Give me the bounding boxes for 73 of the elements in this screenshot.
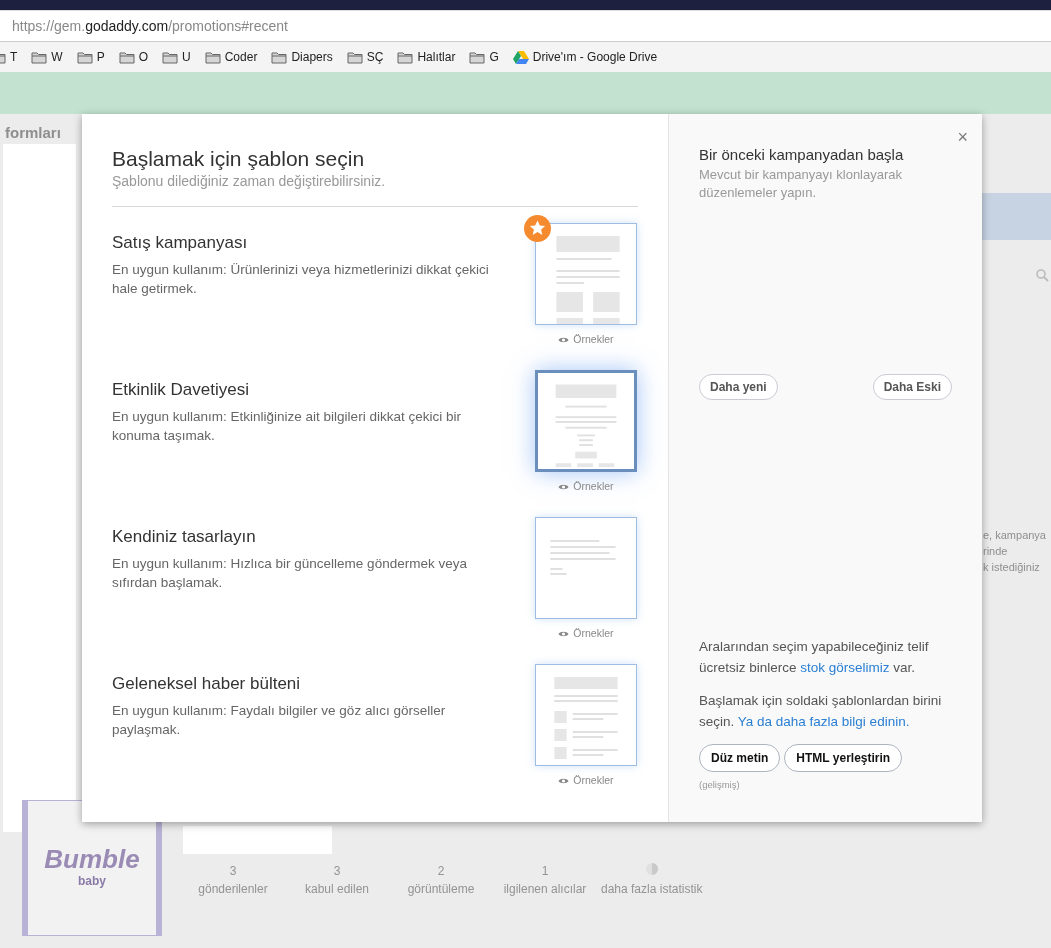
side-subtitle: Mevcut bir kampanyayı klonlayarak düzenlemeler yapın. <box>699 166 904 202</box>
folder-icon <box>162 50 179 64</box>
folder-icon <box>397 50 414 64</box>
text-link[interactable]: stok görselimiz <box>800 659 890 675</box>
stat-label: daha fazla istatistik <box>601 881 703 898</box>
logo-text: Bumble <box>44 846 140 872</box>
template-thumbnail[interactable] <box>535 370 637 473</box>
bookmark[interactable]: O <box>116 48 151 66</box>
examples-link[interactable]: Örnekler <box>558 479 614 495</box>
modal-title: Başlamak için şablon seçin <box>112 146 366 172</box>
banner <box>982 193 1051 240</box>
folder-icon <box>346 50 363 64</box>
drive-icon <box>512 50 529 64</box>
bookmark[interactable]: U <box>160 48 193 66</box>
stat-label: görüntüleme <box>406 881 476 898</box>
bookmark[interactable]: Halıtlar <box>395 48 458 66</box>
folder-icon <box>204 50 221 64</box>
paragraph: Aralarından seçim yapabileceğiniz telif ücretsiz binlerce stok görselimiz var. <box>699 637 930 677</box>
folder-icon <box>118 50 135 64</box>
logo-subtext: baby <box>78 873 106 890</box>
background-text: rinde <box>983 544 1008 559</box>
bookmark[interactable]: Diapers <box>269 48 335 66</box>
section-title: formları <box>5 124 61 142</box>
examples-link[interactable]: Örnekler <box>558 626 614 642</box>
template-thumbnail[interactable] <box>535 223 637 326</box>
template-description: En uygun kullanım: Faydalı bilgiler ve göz alıcı görseller paylaşmak. <box>112 701 447 739</box>
stat-label: kabul edilen <box>303 881 371 898</box>
stat-label: gönderilenler <box>197 881 269 898</box>
folder-icon <box>469 50 486 64</box>
bookmark[interactable]: G <box>467 48 501 66</box>
template-description: En uygun kullanım: Etkinliğinize ait bilgileri dikkat çekici bir konuma taşımak. <box>112 407 462 445</box>
eye-icon <box>558 777 570 786</box>
stat-value: 3 <box>228 863 238 880</box>
template-thumbnail[interactable] <box>535 664 637 767</box>
template-title: Geleneksel haber bülteni <box>112 674 302 695</box>
eye-icon <box>558 336 570 345</box>
text-link[interactable]: Ya da daha fazla bilgi edinin. <box>737 713 910 729</box>
template-title: Etkinlik Davetiyesi <box>112 380 250 401</box>
folder-icon <box>271 50 288 64</box>
bookmark[interactable]: Coder <box>202 48 260 66</box>
bookmark[interactable]: P <box>74 48 107 66</box>
search-icon <box>1036 269 1049 282</box>
stat-label: ilgilenen alıcılar <box>502 881 588 898</box>
close-button[interactable]: × <box>957 128 968 146</box>
modal-subtitle: Şablonu dilediğiniz zaman değiştirebilirsiniz. <box>112 172 387 192</box>
bookmark[interactable]: T <box>0 48 20 66</box>
option-button[interactable]: HTML yerleştirin <box>784 743 903 772</box>
template-title: Satış kampanyası <box>112 233 249 254</box>
examples-link[interactable]: Örnekler <box>558 332 614 348</box>
side-title: Bir önceki kampanyadan başla <box>699 146 905 164</box>
template-thumbnail[interactable] <box>535 517 637 620</box>
template-title: Kendiniz tasarlayın <box>112 527 257 548</box>
note-text: (gelişmiş) <box>699 777 741 792</box>
folder-icon <box>31 50 48 64</box>
bookmark[interactable]: Drive'ım - Google Drive <box>510 48 660 66</box>
eye-icon <box>558 630 570 639</box>
paragraph: Başlamak için soldaki şablonlardan birini seçin. Ya da daha fazla bilgi edinin. <box>699 691 943 731</box>
stat-value: 3 <box>332 863 342 880</box>
template-description: En uygun kullanım: Hızlıca bir güncelleme göndermek veya sıfırdan başlamak. <box>112 554 468 592</box>
stat-value: 1 <box>540 863 550 880</box>
template-description: En uygun kullanım: Ürünlerinizi veya hizmetlerinizi dikkat çekici hale getirmek. <box>112 260 490 298</box>
examples-link[interactable]: Örnekler <box>558 773 614 789</box>
address-bar[interactable]: https://gem.godaddy.com/promotions#recent <box>0 10 1051 42</box>
background-text: e, kampanya <box>983 528 1046 543</box>
folder-icon <box>76 50 93 64</box>
option-button[interactable]: Düz metin <box>699 743 781 772</box>
pager-button[interactable]: Daha Eski <box>872 374 952 400</box>
bookmark[interactable]: SÇ <box>344 48 386 66</box>
bookmark[interactable]: W <box>29 48 65 66</box>
pager-button[interactable]: Daha yeni <box>699 374 778 400</box>
eye-icon <box>558 483 570 492</box>
stat-value: 2 <box>436 863 446 880</box>
background-text: k istediğiniz <box>983 560 1040 575</box>
